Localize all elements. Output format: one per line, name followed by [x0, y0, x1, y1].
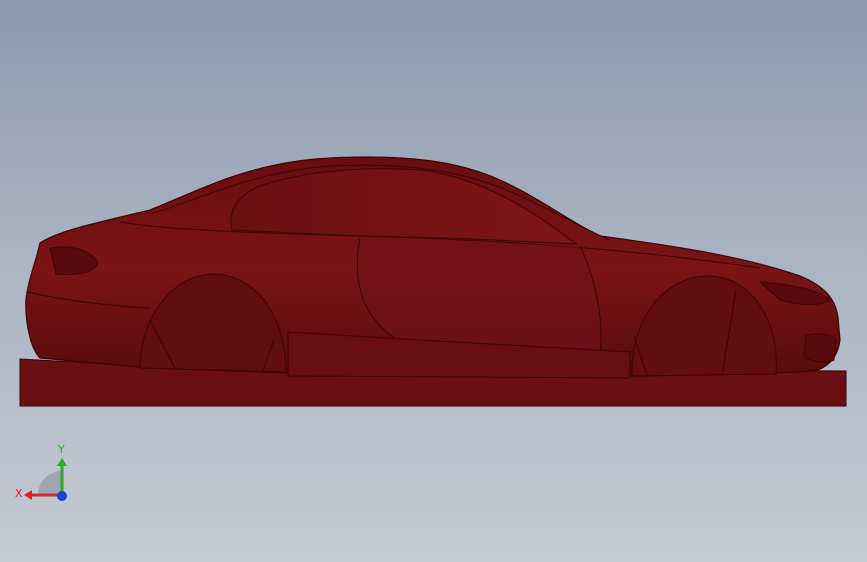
x-axis-label: X	[15, 487, 23, 500]
y-axis-label: Y	[57, 443, 65, 456]
axis-triad: Y X	[15, 443, 67, 501]
y-axis-arrow-icon	[57, 458, 67, 466]
x-axis-arrow-icon	[24, 490, 32, 500]
door-panel	[356, 237, 602, 355]
triad-quadrant	[38, 471, 62, 495]
graphics-viewport[interactable]: Y X	[0, 0, 867, 562]
car-model[interactable]	[0, 0, 867, 562]
front-intake	[803, 333, 837, 363]
z-axis-dot-icon	[57, 491, 67, 501]
